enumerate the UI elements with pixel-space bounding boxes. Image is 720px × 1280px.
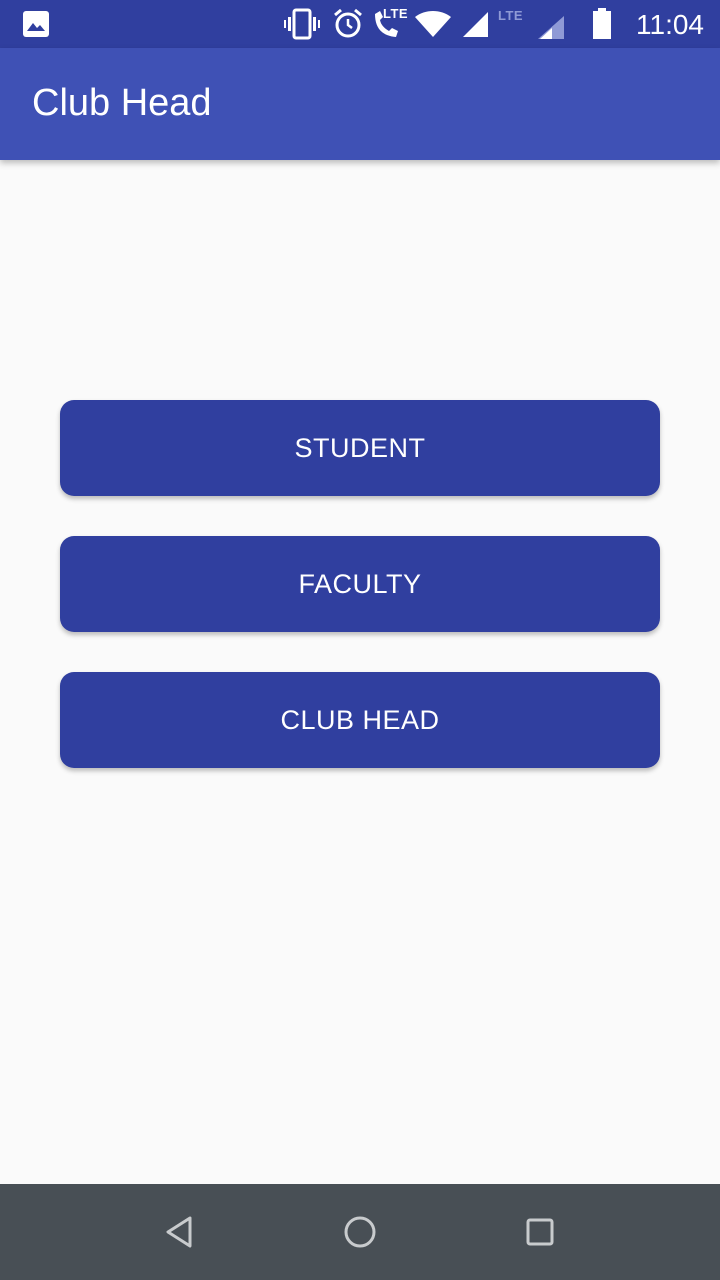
back-icon[interactable]: [160, 1212, 200, 1252]
battery-icon: [593, 8, 611, 39]
signal-icon: [538, 16, 564, 39]
home-icon[interactable]: [340, 1212, 380, 1252]
status-time: 11:04: [636, 9, 704, 40]
page-title: Club Head: [32, 82, 212, 124]
recent-apps-icon[interactable]: [520, 1212, 560, 1252]
signal-icon: [463, 12, 488, 37]
wifi-icon: [415, 11, 451, 37]
gallery-icon: [23, 11, 49, 37]
navigation-bar: [0, 1184, 720, 1280]
lte-call-label: LTE: [383, 6, 409, 21]
club-head-button[interactable]: CLUB HEAD: [60, 672, 660, 768]
student-button[interactable]: STUDENT: [60, 400, 660, 496]
status-bar: LTE LTE 11:04: [0, 0, 720, 48]
app-bar: Club Head: [0, 48, 720, 160]
faculty-button[interactable]: FACULTY: [60, 536, 660, 632]
vibrate-icon: [284, 8, 320, 40]
alarm-icon: [334, 8, 362, 38]
